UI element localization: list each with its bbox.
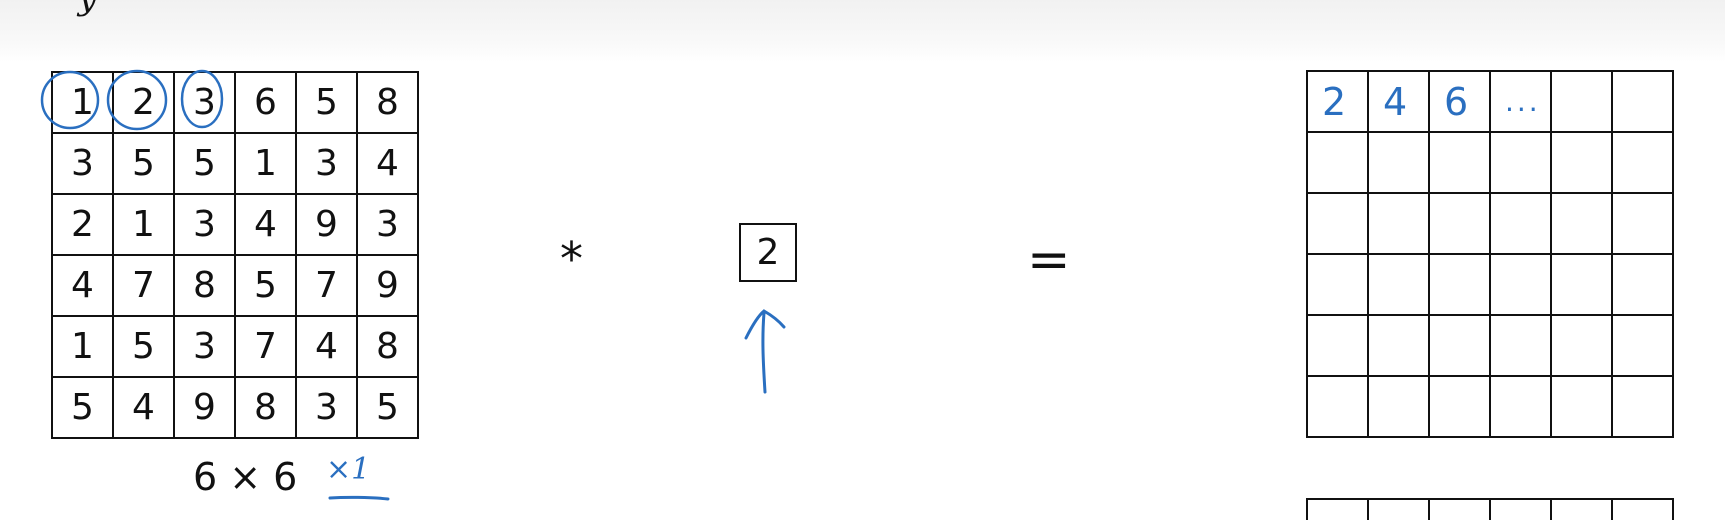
output-cell: 4 — [1369, 72, 1430, 133]
output-cell — [1613, 255, 1674, 316]
input-cell: 3 — [175, 73, 236, 134]
output-cell — [1369, 133, 1430, 194]
filter-value: 2 — [739, 223, 797, 282]
output-cell — [1613, 194, 1674, 255]
input-cell: 8 — [175, 256, 236, 317]
title-fragment: y — [78, 0, 97, 18]
input-cell: 8 — [358, 73, 419, 134]
output-cell — [1369, 316, 1430, 377]
output-cell — [1491, 255, 1552, 316]
output-cell: ... — [1491, 72, 1552, 133]
input-cell: 4 — [53, 256, 114, 317]
output-cell — [1491, 316, 1552, 377]
input-cell: 4 — [297, 317, 358, 378]
input-matrix: 123658355134213493478579153748549835 — [51, 71, 419, 439]
input-cell: 7 — [297, 256, 358, 317]
output-cell — [1369, 255, 1430, 316]
input-cell: 5 — [114, 134, 175, 195]
output-cell — [1308, 377, 1369, 438]
convolution-operator: * — [560, 232, 583, 286]
input-cell: 1 — [236, 134, 297, 195]
output-cell — [1613, 316, 1674, 377]
output-cell — [1552, 377, 1613, 438]
input-cell: 2 — [114, 73, 175, 134]
output-cell — [1369, 377, 1430, 438]
input-cell: 1 — [53, 317, 114, 378]
input-cell: 8 — [358, 317, 419, 378]
input-cell: 5 — [236, 256, 297, 317]
note-underline — [328, 495, 390, 501]
input-cell: 4 — [236, 195, 297, 256]
input-cell: 5 — [53, 378, 114, 439]
output-cell — [1491, 133, 1552, 194]
output-cell — [1430, 377, 1491, 438]
output-matrix: 2 4 6... — [1306, 70, 1674, 438]
input-cell: 7 — [236, 317, 297, 378]
output-cell — [1308, 255, 1369, 316]
input-cell: 5 — [297, 73, 358, 134]
input-cell: 9 — [358, 256, 419, 317]
output-cell — [1308, 194, 1369, 255]
output-cell — [1613, 133, 1674, 194]
output-cell — [1552, 72, 1613, 133]
output-cell — [1613, 377, 1674, 438]
output-cell — [1430, 133, 1491, 194]
input-cell: 3 — [175, 317, 236, 378]
output-cell — [1430, 316, 1491, 377]
input-cell: 5 — [114, 317, 175, 378]
input-cell: 8 — [236, 378, 297, 439]
input-cell: 3 — [358, 195, 419, 256]
output-cell — [1369, 194, 1430, 255]
input-cell: 9 — [297, 195, 358, 256]
input-cell: 5 — [175, 134, 236, 195]
output-cell — [1430, 194, 1491, 255]
input-cell: 7 — [114, 256, 175, 317]
input-cell: 9 — [175, 378, 236, 439]
output-cell — [1552, 316, 1613, 377]
up-arrow-icon — [761, 311, 767, 394]
output-cell — [1430, 255, 1491, 316]
input-cell: 1 — [53, 73, 114, 134]
equals-sign: = — [1027, 230, 1071, 290]
output-cell — [1491, 377, 1552, 438]
input-cell: 2 — [53, 195, 114, 256]
output-cell: 2 — [1308, 72, 1369, 133]
input-cell: 3 — [53, 134, 114, 195]
second-output-matrix-partial — [1306, 498, 1674, 520]
output-cell — [1308, 133, 1369, 194]
top-band: y — [0, 0, 1725, 62]
output-cell — [1552, 133, 1613, 194]
handwritten-note: ×1 — [326, 452, 371, 487]
input-cell: 3 — [175, 195, 236, 256]
output-cell — [1491, 194, 1552, 255]
input-cell: 3 — [297, 378, 358, 439]
up-arrow-icon-head — [744, 309, 786, 340]
input-cell: 4 — [358, 134, 419, 195]
input-cell: 6 — [236, 73, 297, 134]
output-cell — [1552, 255, 1613, 316]
output-cell — [1552, 194, 1613, 255]
output-cell: 6 — [1430, 72, 1491, 133]
input-cell: 3 — [297, 134, 358, 195]
input-cell: 5 — [358, 378, 419, 439]
output-cell — [1308, 316, 1369, 377]
input-cell: 4 — [114, 378, 175, 439]
input-dims-label: 6 × 6 — [193, 455, 298, 499]
output-cell — [1613, 72, 1674, 133]
input-cell: 1 — [114, 195, 175, 256]
